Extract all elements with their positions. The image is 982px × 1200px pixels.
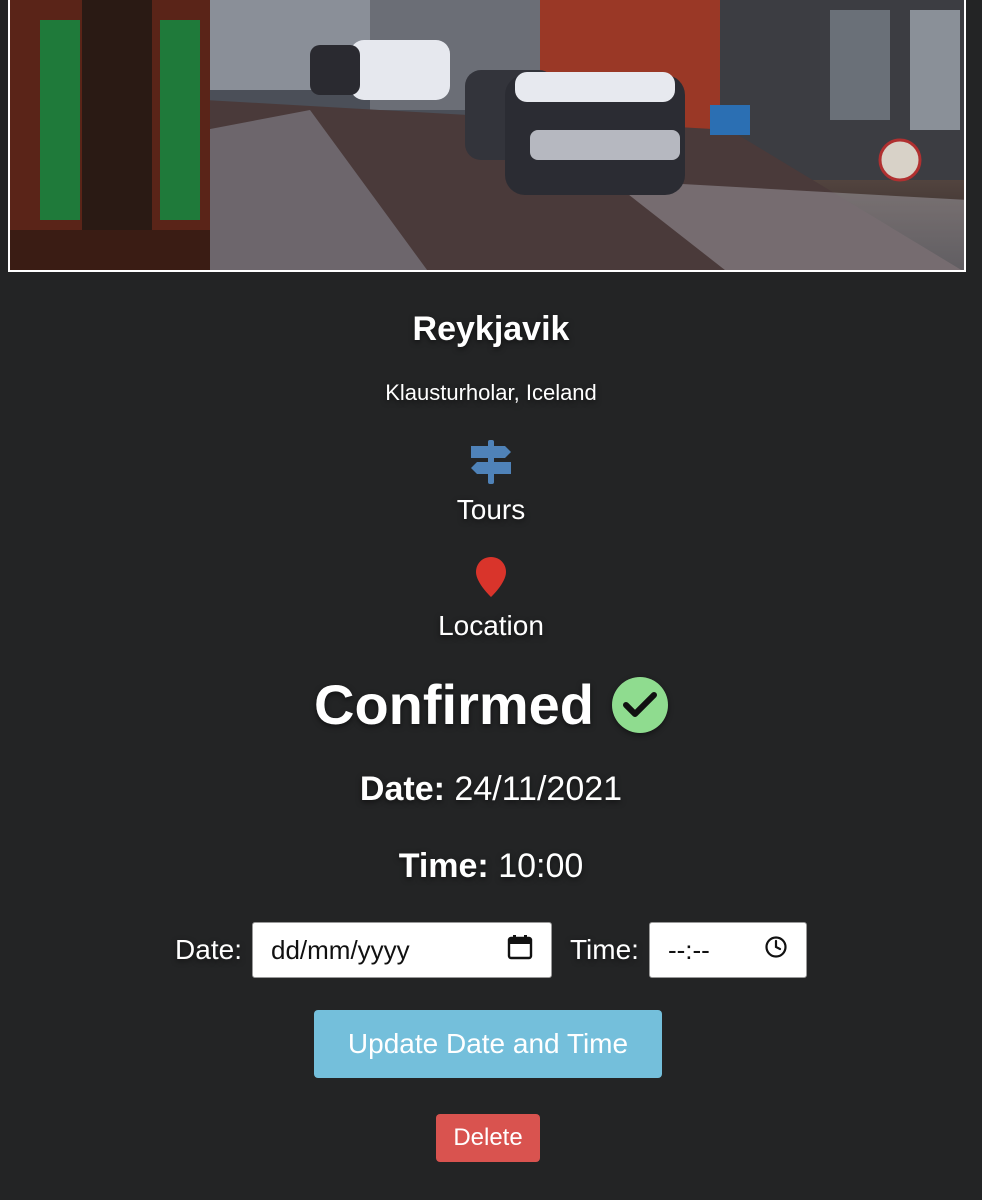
update-form: Date: dd/mm/yyyy Time: --:-- [0, 922, 982, 978]
booking-date: Date: 24/11/2021 [0, 770, 982, 809]
booking-time: Time: 10:00 [0, 847, 982, 886]
time-input-placeholder: --:-- [667, 934, 710, 965]
calendar-icon[interactable] [507, 934, 533, 967]
time-field-label: Time: [569, 934, 639, 965]
time-input[interactable]: --:-- [648, 922, 807, 978]
booking-time-value: 10:00 [498, 847, 584, 885]
date-input-placeholder: dd/mm/yyyy [270, 934, 410, 965]
status-text: Confirmed [314, 673, 594, 736]
category-label: Tours [456, 494, 526, 525]
clock-icon[interactable] [764, 935, 788, 966]
map-pin-icon [0, 555, 982, 601]
booking-date-label: Date: [359, 770, 445, 808]
date-field-label: Date: [175, 934, 242, 965]
delete-button[interactable]: Delete [436, 1114, 540, 1162]
booking-time-label: Time: [398, 847, 489, 885]
date-input[interactable]: dd/mm/yyyy [251, 922, 552, 978]
signpost-icon [0, 438, 982, 486]
booking-date-value: 24/11/2021 [454, 770, 623, 808]
listing-title: Reykjavik [412, 310, 570, 348]
hero-image [8, 0, 966, 272]
listing-subtitle: Klausturholar, Iceland [385, 380, 597, 405]
update-button[interactable]: Update Date and Time [314, 1010, 662, 1078]
location-label: Location [438, 610, 544, 641]
status-badge: Confirmed [0, 672, 982, 737]
check-circle-icon [612, 676, 668, 733]
